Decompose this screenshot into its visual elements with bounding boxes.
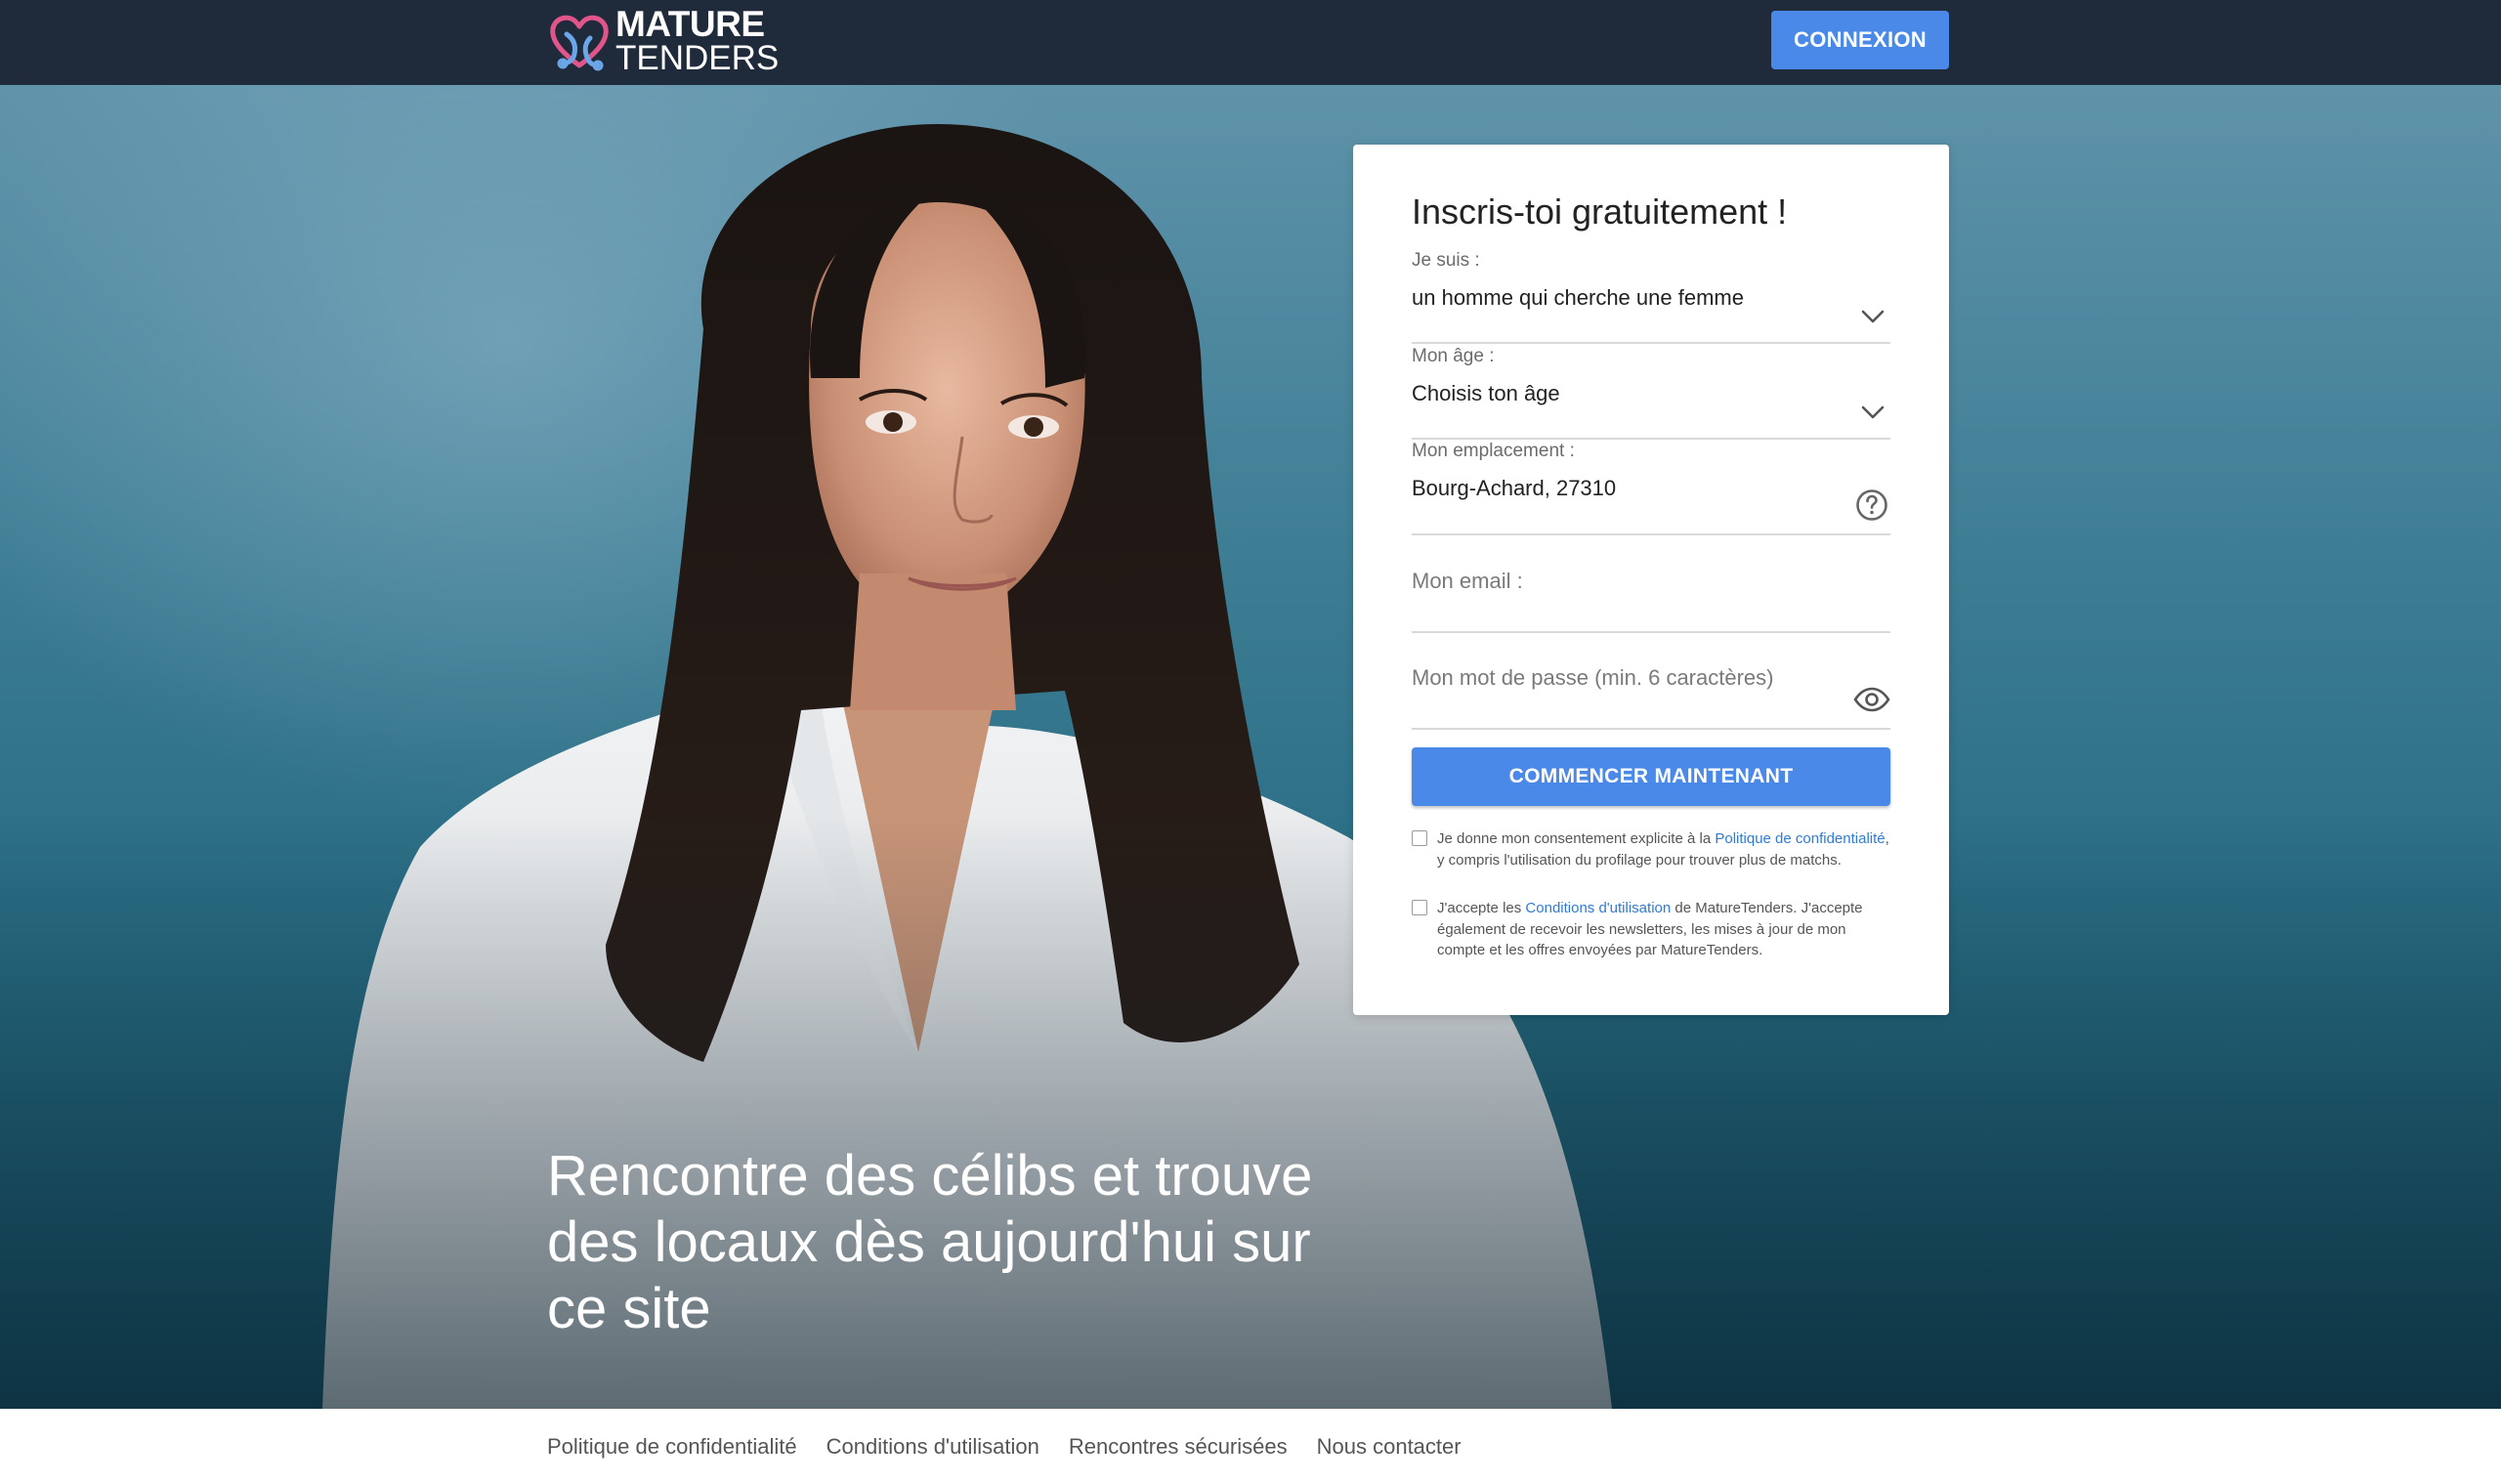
hero-section: Rencontre des célibs et trouve des locau… <box>0 85 2501 1409</box>
terms-consent-text-before: J'accepte les <box>1437 900 1526 916</box>
question-circle-icon[interactable] <box>1855 488 1888 522</box>
privacy-consent-checkbox[interactable] <box>1412 830 1427 846</box>
email-placeholder[interactable]: Mon email : <box>1412 569 1890 594</box>
location-value[interactable]: Bourg-Achard, 27310 <box>1412 476 1890 501</box>
terms-link[interactable]: Conditions d'utilisation <box>1525 900 1671 916</box>
gender-value[interactable]: un homme qui cherche une femme <box>1412 285 1890 311</box>
footer-link-contact[interactable]: Nous contacter <box>1317 1434 1462 1460</box>
page-footer: Politique de confidentialité Conditions … <box>0 1409 2501 1484</box>
login-button[interactable]: CONNEXION <box>1771 11 1949 69</box>
terms-consent-checkbox[interactable] <box>1412 900 1427 915</box>
form-title: Inscris-toi gratuitement ! <box>1412 191 1788 232</box>
start-now-button[interactable]: COMMENCER MAINTENANT <box>1412 747 1890 806</box>
privacy-policy-link[interactable]: Politique de confidentialité <box>1715 830 1885 847</box>
password-placeholder[interactable]: Mon mot de passe (min. 6 caractères) <box>1412 665 1890 691</box>
top-navbar: MATURE TENDERS CONNEXION <box>0 0 2501 85</box>
email-field[interactable]: Mon email : <box>1412 567 1890 633</box>
location-field[interactable]: Mon emplacement : Bourg-Achard, 27310 <box>1412 441 1890 535</box>
password-field[interactable]: Mon mot de passe (min. 6 caractères) <box>1412 663 1890 730</box>
signup-form-card: Inscris-toi gratuitement ! Je suis : un … <box>1353 145 1949 1015</box>
terms-consent: J'accepte les Conditions d'utilisation d… <box>1412 898 1890 961</box>
age-value[interactable]: Choisis ton âge <box>1412 381 1890 406</box>
privacy-consent: Je donne mon consentement explicite à la… <box>1412 828 1890 870</box>
privacy-consent-text: Je donne mon consentement explicite à la… <box>1437 828 1890 870</box>
footer-link-terms[interactable]: Conditions d'utilisation <box>827 1434 1039 1460</box>
heart-logo-icon <box>550 15 609 71</box>
age-label: Mon âge : <box>1412 346 1495 366</box>
gender-label: Je suis : <box>1412 250 1480 271</box>
eye-icon[interactable] <box>1853 687 1890 712</box>
chevron-down-icon[interactable] <box>1861 309 1885 324</box>
hero-headline: Rencontre des célibs et trouve des locau… <box>547 1144 1313 1340</box>
logo-line-1: MATURE <box>615 3 765 44</box>
site-logo[interactable]: MATURE TENDERS <box>547 3 780 77</box>
location-label: Mon emplacement : <box>1412 441 1575 461</box>
logo-line-2: TENDERS <box>615 38 780 77</box>
age-select[interactable]: Mon âge : Choisis ton âge <box>1412 346 1890 440</box>
terms-consent-text: J'accepte les Conditions d'utilisation d… <box>1437 898 1890 961</box>
footer-link-privacy[interactable]: Politique de confidentialité <box>547 1434 797 1460</box>
footer-link-safe-dating[interactable]: Rencontres sécurisées <box>1069 1434 1288 1460</box>
footer-links: Politique de confidentialité Conditions … <box>547 1434 1462 1460</box>
logo-wordmark: MATURE TENDERS <box>615 3 780 77</box>
privacy-consent-text-before: Je donne mon consentement explicite à la <box>1437 830 1716 847</box>
chevron-down-icon[interactable] <box>1861 404 1885 420</box>
gender-select[interactable]: Je suis : un homme qui cherche une femme <box>1412 250 1890 344</box>
